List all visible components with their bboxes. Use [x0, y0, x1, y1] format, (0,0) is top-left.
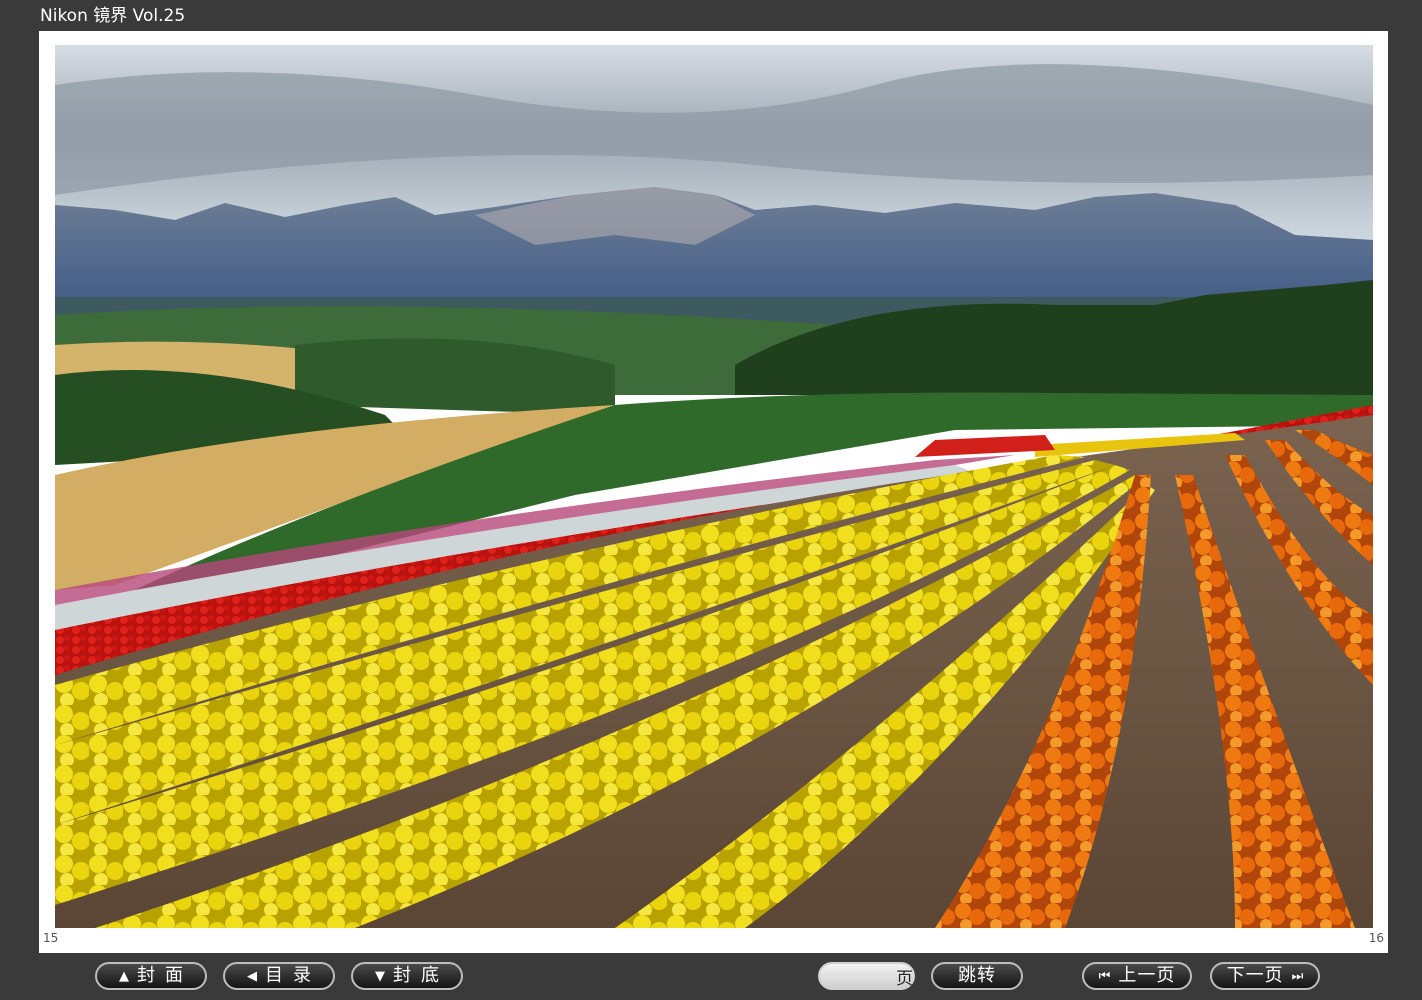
magazine-page: 15 16 — [39, 31, 1388, 953]
prev-page-label: 上一页 — [1118, 965, 1176, 986]
skip-forward-icon: ⏭ — [1291, 968, 1304, 984]
page-number-field[interactable]: 页 — [818, 962, 915, 990]
triangle-up-icon: ▲ — [119, 968, 129, 984]
back-cover-button[interactable]: ▼ 封底 — [351, 962, 463, 990]
right-page-number: 16 — [1368, 931, 1384, 945]
jump-button[interactable]: 跳转 — [931, 962, 1023, 990]
prev-page-button[interactable]: ⏮ 上一页 — [1082, 962, 1192, 990]
triangle-left-icon: ◀ — [247, 968, 257, 984]
cover-button[interactable]: ▲ 封面 — [95, 962, 207, 990]
skip-back-icon: ⏮ — [1098, 968, 1111, 984]
jump-label: 跳转 — [958, 965, 996, 986]
back-cover-label: 封底 — [393, 965, 449, 986]
page-unit-label: 页 — [896, 968, 913, 989]
left-page-number: 15 — [43, 931, 59, 945]
landscape-photo — [55, 45, 1373, 928]
app-title: Nikon 镜界 Vol.25 — [40, 6, 186, 26]
toc-label: 目录 — [265, 965, 321, 986]
cover-label: 封面 — [137, 965, 193, 986]
next-page-label: 下一页 — [1226, 965, 1284, 986]
next-page-button[interactable]: 下一页 ⏭ — [1210, 962, 1320, 990]
triangle-down-icon: ▼ — [375, 968, 385, 984]
toc-button[interactable]: ◀ 目录 — [223, 962, 335, 990]
page-number-input[interactable] — [826, 964, 890, 988]
